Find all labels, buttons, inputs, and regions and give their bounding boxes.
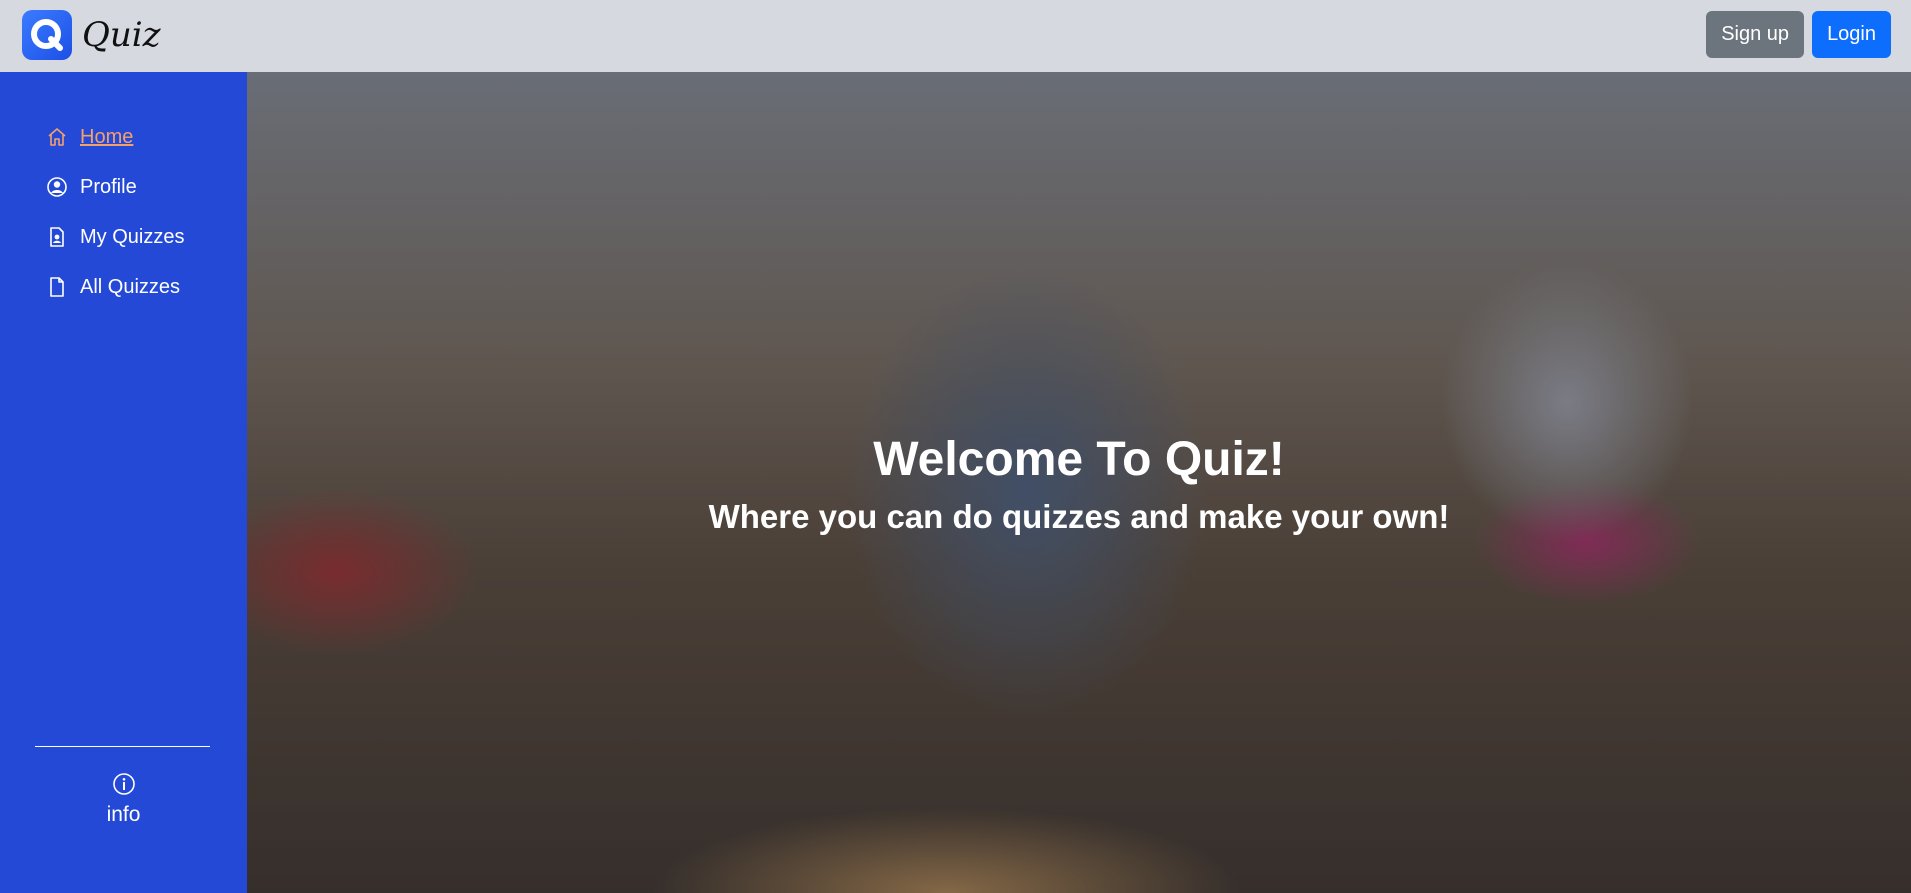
sidebar-item-label: All Quizzes [80,275,181,298]
hero-text: Welcome To Quiz! Where you can do quizze… [247,433,1911,536]
login-button[interactable]: Login [1812,11,1891,58]
hero-title: Welcome To Quiz! [873,433,1285,486]
person-circle-icon [46,176,68,198]
info-circle-icon [112,773,136,800]
top-navbar: Quiz Sign up Login [0,0,1911,72]
info-label: info [106,803,141,826]
brand-name: Quiz [82,15,161,55]
hero-subtitle: Where you can do quizzes and make your o… [708,497,1450,535]
file-icon [46,276,68,298]
info-link[interactable]: info [0,772,247,827]
auth-buttons: Sign up Login [1706,11,1891,58]
sidebar-item-label: Home [80,125,134,148]
sidebar-item-home[interactable]: Home [46,112,184,162]
sidebar-item-my-quizzes[interactable]: My Quizzes [46,212,184,262]
hero-banner: Welcome To Quiz! Where you can do quizze… [247,72,1911,893]
quiz-logo-icon [22,10,72,60]
sidebar-item-profile[interactable]: Profile [46,162,184,212]
file-person-icon [46,226,68,248]
house-icon [46,126,68,148]
sidebar-item-label: Profile [80,175,137,198]
signup-button[interactable]: Sign up [1706,11,1805,58]
sidebar: Home Profile My Quizzes All Quizzes info [0,72,247,893]
sidebar-item-label: My Quizzes [80,225,185,248]
brand[interactable]: Quiz [22,10,161,60]
sidebar-nav: Home Profile My Quizzes All Quizzes [46,112,184,312]
sidebar-item-all-quizzes[interactable]: All Quizzes [46,262,184,312]
sidebar-divider [35,746,210,747]
